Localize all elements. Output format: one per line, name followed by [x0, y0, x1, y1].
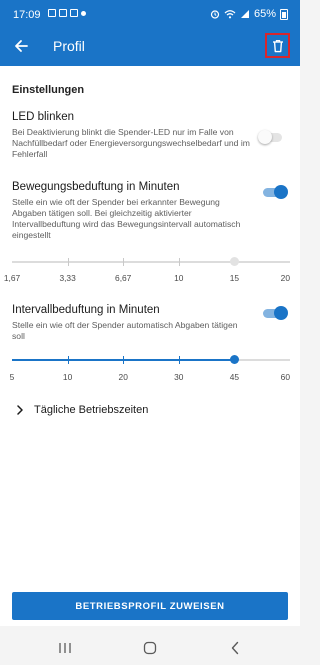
interval-scent-toggle-knob	[274, 306, 288, 320]
gallery-icon	[59, 9, 67, 17]
movement-slider-tick-label: 15	[229, 273, 240, 283]
interval-slider-tick-label: 60	[280, 372, 290, 382]
app-bar: Profil	[0, 26, 300, 66]
movement-slider-tick-label: 1,67	[3, 273, 21, 283]
back-icon	[231, 641, 239, 655]
movement-slider-tick	[123, 258, 125, 266]
movement-scent-toggle[interactable]	[263, 185, 288, 199]
movement-slider-tick-label: 3,33	[59, 273, 76, 283]
movement-slider-tick	[67, 258, 69, 266]
recent-apps-button[interactable]	[55, 639, 75, 657]
interval-scent-description: Stelle ein wie oft der Spender automatis…	[12, 320, 238, 341]
interval-slider[interactable]	[12, 355, 290, 365]
interval-scent-toggle[interactable]	[263, 306, 288, 320]
system-nav-bar	[0, 631, 300, 665]
led-blink-title: LED blinken	[12, 111, 75, 123]
photo-icon	[48, 9, 56, 17]
alarm-icon	[210, 10, 220, 19]
movement-slider-rail	[12, 261, 290, 263]
nav-back-button[interactable]	[225, 639, 245, 657]
interval-slider-tick-labels: 5 10 20 30 45 60	[9, 372, 290, 384]
interval-slider-tick	[123, 356, 125, 364]
led-blink-toggle-knob	[258, 130, 272, 144]
interval-slider-tick	[178, 356, 180, 364]
interval-slider-tick	[67, 356, 69, 364]
arrow-left-icon	[15, 40, 28, 52]
status-notification-icons	[48, 9, 86, 17]
delete-profile-button[interactable]	[265, 33, 290, 58]
interval-scent-title: Intervallbeduftung in Minuten	[12, 304, 160, 316]
led-blink-description: Bei Deaktivierung blinkt die Spender-LED…	[12, 127, 250, 159]
movement-slider-tick-label: 20	[280, 273, 290, 283]
chevron-right-icon	[17, 405, 23, 415]
signal-icon	[240, 10, 249, 18]
battery-icon	[280, 8, 288, 20]
interval-slider-thumb[interactable]	[229, 355, 239, 364]
movement-slider-thumb[interactable]	[229, 257, 239, 266]
app-header: 17:09 65% Profil	[0, 0, 300, 66]
movement-scent-toggle-knob	[274, 185, 288, 199]
movement-slider-tick-label: 6,67	[115, 273, 132, 283]
home-button[interactable]	[140, 639, 160, 657]
interval-slider-tick-label: 20	[118, 372, 128, 382]
movement-scent-description: Stelle ein wie oft der Spender bei erkan…	[12, 197, 241, 240]
wifi-icon	[224, 10, 236, 19]
trash-icon	[272, 39, 283, 52]
operating-hours-expander[interactable]: Tägliche Betriebszeiten	[16, 404, 148, 416]
settings-heading: Einstellungen	[12, 84, 85, 96]
page-title: Profil	[53, 38, 85, 54]
interval-slider-tick-label: 45	[229, 372, 240, 382]
operating-hours-label: Tägliche Betriebszeiten	[34, 404, 149, 416]
movement-slider-tick-labels: 1,67 3,33 6,67 10 15 20	[4, 273, 290, 285]
assign-profile-button[interactable]: BETRIEBSPROFIL ZUWEISEN	[12, 592, 288, 620]
movement-slider-tick	[178, 258, 180, 266]
movement-slider-tick-label: 10	[174, 273, 184, 283]
status-time: 17:09	[13, 9, 41, 21]
movement-interval-slider[interactable]	[12, 257, 290, 267]
led-blink-toggle[interactable]	[258, 130, 282, 144]
mail-icon	[70, 9, 78, 17]
status-system-icons: 65%	[210, 8, 288, 20]
dot-icon	[81, 11, 86, 16]
home-icon	[143, 641, 157, 655]
interval-slider-tick-label: 5	[9, 372, 15, 382]
movement-scent-title: Bewegungsbeduftung in Minuten	[12, 181, 180, 193]
battery-percentage: 65%	[253, 8, 276, 20]
interval-slider-tick-label: 10	[62, 372, 73, 382]
back-button[interactable]	[8, 33, 34, 59]
interval-slider-tick-label: 30	[174, 372, 184, 382]
status-bar: 17:09 65%	[0, 0, 300, 26]
recent-apps-icon	[59, 643, 71, 653]
